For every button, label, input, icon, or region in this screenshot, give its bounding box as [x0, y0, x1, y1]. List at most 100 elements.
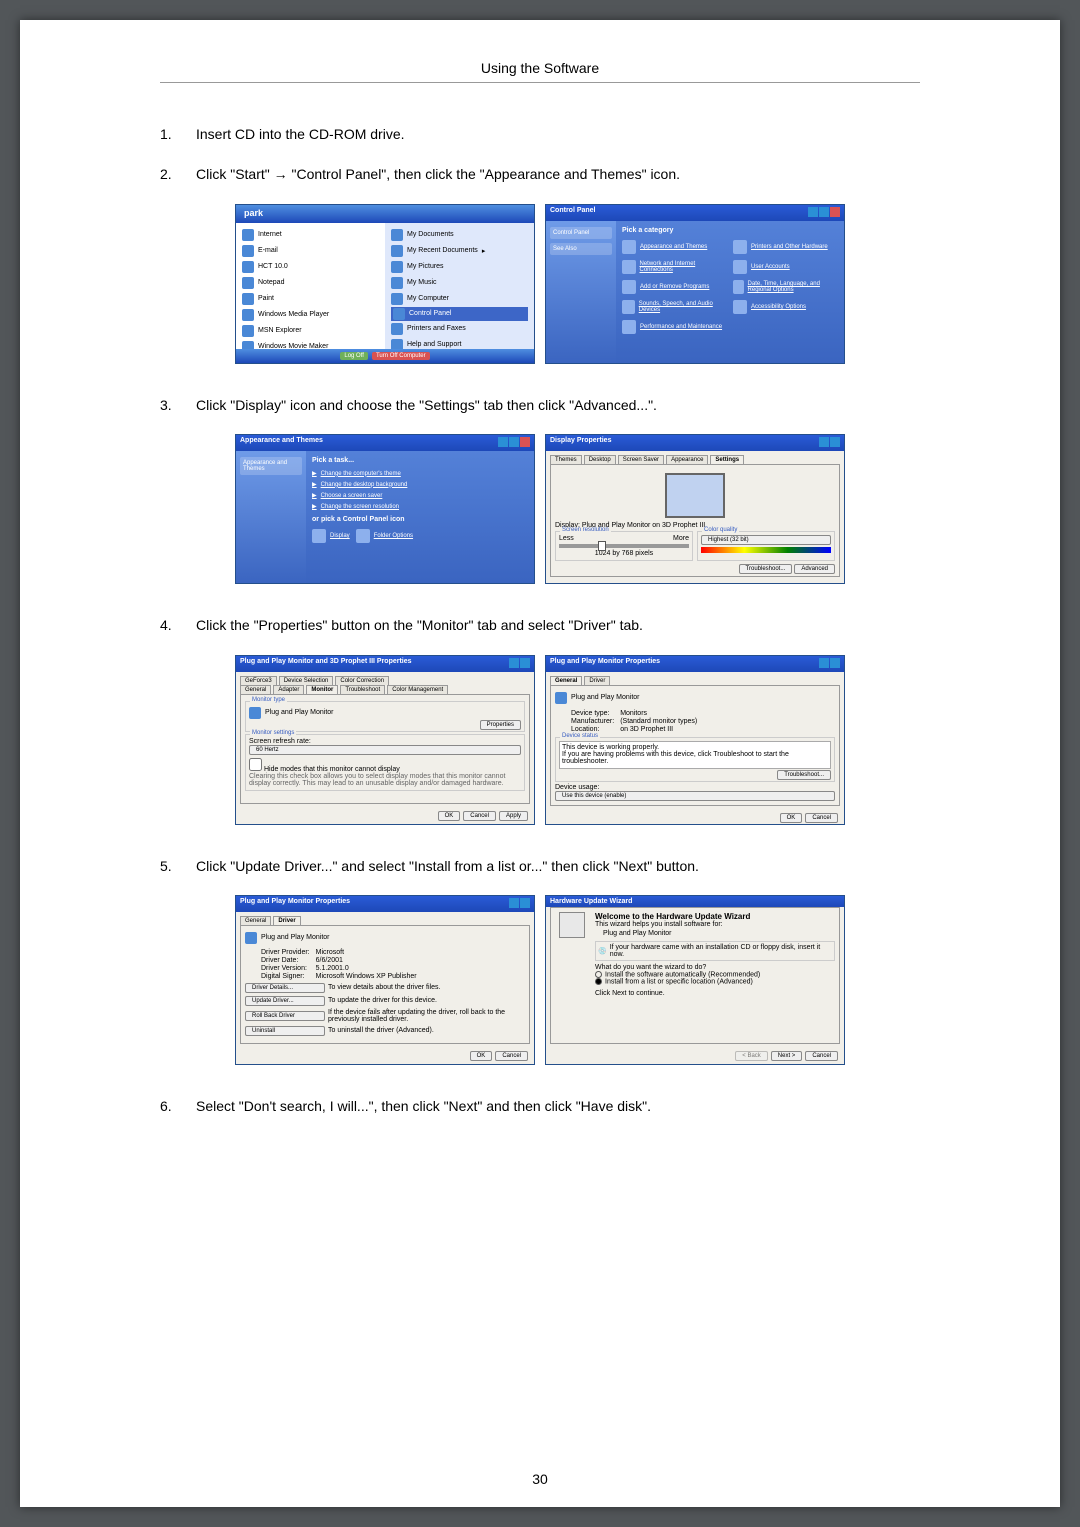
ok-button[interactable]: OK: [470, 1051, 493, 1061]
less-label: Less: [559, 535, 574, 542]
tab-geforce[interactable]: GeForce3: [240, 676, 277, 685]
hide-modes-checkbox[interactable]: [249, 758, 262, 771]
cp-sidebar: Control Panel See Also: [546, 221, 616, 364]
cp-category[interactable]: Printers and Other Hardware: [733, 238, 838, 256]
driver-details-button[interactable]: Driver Details...: [245, 983, 325, 993]
sm-item[interactable]: Notepad: [258, 279, 284, 286]
troubleshoot-button[interactable]: Troubleshoot...: [739, 564, 793, 574]
advanced-button[interactable]: Advanced: [794, 564, 835, 574]
sm-item[interactable]: My Pictures: [407, 263, 444, 270]
cancel-button[interactable]: Cancel: [805, 1051, 838, 1061]
cp-category[interactable]: Performance and Maintenance: [622, 318, 727, 336]
sm-item[interactable]: Internet: [258, 231, 282, 238]
task-item[interactable]: ▶ Choose a screen saver: [312, 490, 528, 501]
figure-row-3: Plug and Play Monitor and 3D Prophet III…: [160, 655, 920, 825]
window-buttons[interactable]: [818, 658, 840, 670]
tab-driver[interactable]: Driver: [584, 676, 610, 685]
opt1-radio[interactable]: [595, 971, 602, 978]
tab-adapter[interactable]: Adapter: [273, 685, 304, 694]
tab-screensaver[interactable]: Screen Saver: [618, 455, 664, 464]
tab-general[interactable]: General: [240, 916, 271, 925]
tab-colcorr[interactable]: Color Correction: [335, 676, 389, 685]
task-item[interactable]: ▶ Change the screen resolution: [312, 501, 528, 512]
ok-button[interactable]: OK: [438, 811, 461, 821]
cp-icon-folder[interactable]: Folder Options: [356, 527, 413, 545]
apply-button[interactable]: Apply: [499, 811, 528, 821]
opt1-label: Install the software automatically (Reco…: [605, 971, 760, 978]
tab-general[interactable]: General: [550, 676, 582, 685]
control-panel-item[interactable]: Control Panel: [409, 310, 451, 317]
start-button[interactable]: start: [236, 363, 269, 364]
step-text: Click the "Properties" button on the "Mo…: [196, 614, 920, 636]
logoff-button[interactable]: Log Off: [340, 352, 368, 360]
sm-item[interactable]: Help and Support: [407, 341, 461, 348]
cp-category[interactable]: Date, Time, Language, and Regional Optio…: [733, 278, 838, 296]
tab-trouble[interactable]: Troubleshoot: [340, 685, 385, 694]
turnoff-button[interactable]: Turn Off Computer: [372, 352, 430, 360]
usage-select[interactable]: Use this device (enable): [555, 791, 835, 801]
performance-icon: [622, 320, 636, 334]
tab-appearance[interactable]: Appearance: [666, 455, 708, 464]
driver-tab-figure: Plug and Play Monitor Properties General…: [235, 895, 535, 1065]
troubleshoot-button[interactable]: Troubleshoot...: [777, 770, 831, 780]
sm-item[interactable]: My Documents: [407, 231, 454, 238]
color-quality-select[interactable]: Highest (32 bit): [701, 535, 831, 545]
tab-desktop[interactable]: Desktop: [584, 455, 616, 464]
cp-icon-display[interactable]: Display: [312, 527, 350, 545]
sm-item[interactable]: HCT 10.0: [258, 263, 288, 270]
step-2: 2. Click "Start" → "Control Panel", then…: [160, 163, 920, 185]
dp-title: Display Properties: [550, 437, 611, 449]
window-buttons[interactable]: [807, 207, 840, 219]
tab-themes[interactable]: Themes: [550, 455, 582, 464]
cp-category[interactable]: Accessibility Options: [733, 298, 838, 316]
window-buttons[interactable]: [497, 437, 530, 449]
resolution-slider[interactable]: [559, 544, 689, 548]
ok-button[interactable]: OK: [780, 813, 803, 823]
wiz-intro: This wizard helps you install software f…: [595, 921, 835, 928]
tab-driver[interactable]: Driver: [273, 916, 300, 925]
accessibility-icon: [733, 300, 747, 314]
tab-monitor[interactable]: Monitor: [306, 685, 338, 694]
monitor-type-group: Monitor type: [250, 697, 287, 703]
uninstall-button[interactable]: Uninstall: [245, 1026, 325, 1036]
sm-item[interactable]: My Recent Documents: [407, 247, 478, 254]
printer-icon: [391, 323, 403, 335]
at-side-item: Appearance and Themes: [240, 457, 302, 475]
window-buttons[interactable]: [818, 437, 840, 449]
sm-item[interactable]: Windows Media Player: [258, 311, 329, 318]
properties-button[interactable]: Properties: [480, 720, 521, 730]
tab-colmgmt[interactable]: Color Management: [387, 685, 448, 694]
window-buttons[interactable]: [508, 898, 530, 910]
cancel-button[interactable]: Cancel: [463, 811, 496, 821]
cancel-button[interactable]: Cancel: [805, 813, 838, 823]
ver-value: 5.1.2001.0: [316, 965, 525, 972]
sm-item[interactable]: MSN Explorer: [258, 327, 302, 334]
tab-general[interactable]: General: [240, 685, 271, 694]
tab-settings[interactable]: Settings: [710, 455, 744, 464]
dt-title: Plug and Play Monitor Properties: [240, 898, 350, 910]
cp-category[interactable]: Sounds, Speech, and Audio Devices: [622, 298, 727, 316]
tab-devsel[interactable]: Device Selection: [279, 676, 334, 685]
step-3: 3. Click "Display" icon and choose the "…: [160, 394, 920, 416]
opt2-radio[interactable]: [595, 978, 602, 985]
sm-item[interactable]: My Music: [407, 279, 437, 286]
sm-item[interactable]: E-mail: [258, 247, 278, 254]
cp-category[interactable]: User Accounts: [733, 258, 838, 276]
uninstall-text: To uninstall the driver (Advanced).: [328, 1027, 525, 1034]
next-button[interactable]: Next >: [771, 1051, 803, 1061]
update-driver-button[interactable]: Update Driver...: [245, 996, 325, 1006]
cancel-button[interactable]: Cancel: [495, 1051, 528, 1061]
cp-category[interactable]: Add or Remove Programs: [622, 278, 727, 296]
sm-item[interactable]: My Computer: [407, 295, 449, 302]
task-item[interactable]: ▶ Change the computer's theme: [312, 468, 528, 479]
window-buttons[interactable]: [508, 658, 530, 670]
task-item[interactable]: ▶ Change the desktop background: [312, 479, 528, 490]
cp-pick-category: Pick a category: [622, 227, 838, 234]
cp-category[interactable]: Network and Internet Connections: [622, 258, 727, 276]
rollback-button[interactable]: Roll Back Driver: [245, 1011, 325, 1021]
cp-category[interactable]: Appearance and Themes: [622, 238, 727, 256]
refresh-select[interactable]: 60 Hertz: [249, 745, 521, 755]
sm-item[interactable]: Printers and Faxes: [407, 325, 466, 332]
folder-icon: [391, 229, 403, 241]
sm-item[interactable]: Paint: [258, 295, 274, 302]
